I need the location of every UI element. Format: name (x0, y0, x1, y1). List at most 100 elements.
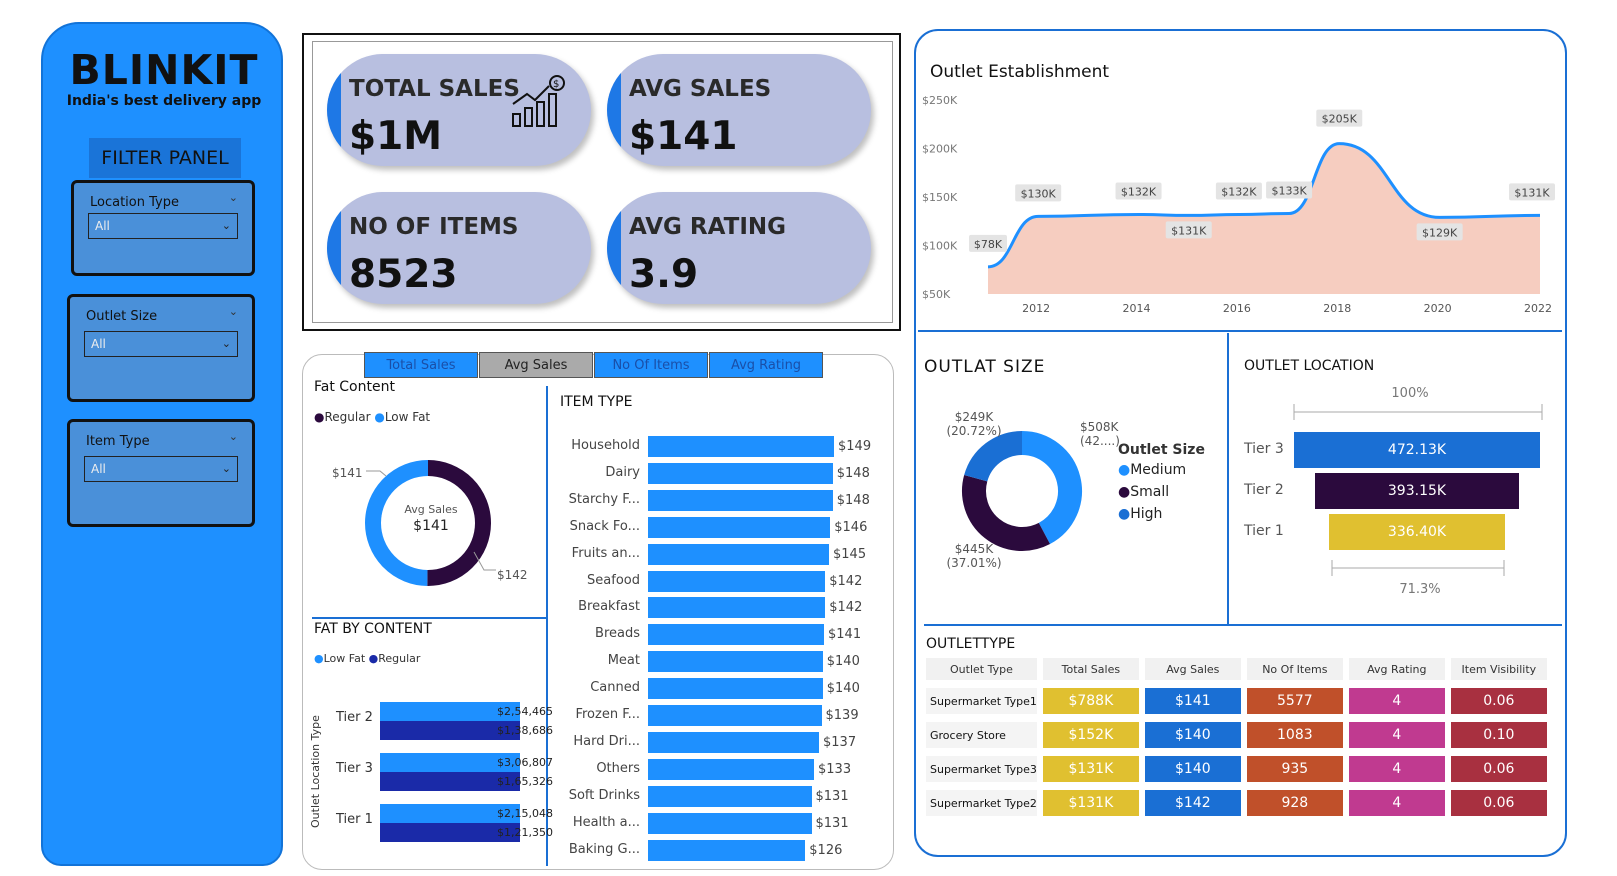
chevron-down-icon: ⌄ (221, 337, 231, 350)
legend-label: Small (1130, 484, 1170, 500)
fat-by-content-title: FAT BY CONTENT (314, 621, 432, 637)
item-type-value: $140 (826, 654, 860, 670)
tab-no-of-items[interactable]: No Of Items (594, 352, 708, 378)
funnel-bar-tier-1: 336.40K (1329, 514, 1505, 550)
y-tick-label: $150K (922, 191, 958, 204)
item-type-select[interactable]: All ⌄ (84, 456, 238, 482)
table-cell: 0.06 (1450, 790, 1547, 816)
tab-avg-rating[interactable]: Avg Rating (709, 352, 823, 378)
item-type-bar (648, 731, 820, 753)
item-type-value: $142 (829, 600, 863, 616)
item-type-label: Seafood (587, 572, 640, 588)
filter-panel-title: FILTER PANEL (89, 138, 241, 178)
table-cell: $140 (1144, 722, 1241, 748)
table-cell: $152K (1042, 722, 1139, 748)
kpi-label: AVG RATING (629, 214, 787, 240)
table-cell: $141 (1144, 688, 1241, 714)
item-type-value: $141 (828, 627, 862, 643)
y-tick-label: $200K (922, 143, 958, 156)
column-header[interactable]: Outlet Type (926, 658, 1037, 680)
item-type-filter[interactable]: Item Type ⌄ All ⌄ (67, 419, 255, 527)
legend-dot-icon: ● (1118, 462, 1131, 478)
item-type-bar (648, 462, 833, 484)
tier-label: Tier 1 (1244, 523, 1284, 539)
column-header[interactable]: No Of Items (1246, 658, 1343, 680)
table-cell: 0.06 (1450, 756, 1547, 782)
tab-total-sales[interactable]: Total Sales (364, 352, 478, 378)
x-tick-label: 2014 (1123, 302, 1151, 315)
location-type-filter[interactable]: Location Type ⌄ All ⌄ (71, 180, 255, 276)
table-cell: 0.06 (1450, 688, 1547, 714)
y-tick-label: $250K (922, 94, 958, 107)
kpi-label: NO OF ITEMS (349, 214, 519, 240)
item-type-bar (648, 678, 823, 700)
outlet-type-table: Outlet Type Total Sales Avg Sales No Of Ite… (920, 650, 1553, 824)
select-value: All (91, 337, 106, 351)
filter-label: Outlet Size (86, 309, 158, 324)
outlet-size-select[interactable]: All ⌄ (84, 331, 238, 357)
funnel-bottom-percent: 71.3% (1399, 582, 1441, 597)
fat-by-content-legend: ●Low Fat ●Regular (314, 652, 420, 665)
outlet-establishment-chart: $50K $100K $150K $200K $250K 2012 2014 2016 2018… (922, 94, 1555, 315)
table-cell: 1083 (1246, 722, 1343, 748)
item-type-title: ITEM TYPE (560, 394, 633, 410)
kpi-label: TOTAL SALES (349, 76, 520, 102)
item-type-bar (648, 436, 834, 457)
table-cell: $131K (1042, 790, 1139, 816)
y-tick-label: $100K (922, 240, 958, 253)
funnel-top-percent: 100% (1391, 386, 1429, 401)
kpi-avg-sales: AVG SALES $141 (607, 54, 871, 166)
fat-content-legend: ●Regular ●Low Fat (314, 410, 430, 424)
item-type-label: Baking G... (568, 841, 640, 857)
outlet-size-title: OUTLAT SIZE (924, 357, 1046, 377)
slice-label-high: $249K (20.72%) (946, 410, 1002, 438)
x-tick-label: 2012 (1022, 302, 1050, 315)
column-header[interactable]: Avg Sales (1144, 658, 1241, 680)
table-cell: 935 (1246, 756, 1343, 782)
tab-avg-sales[interactable]: Avg Sales (479, 352, 593, 378)
kpi-label: AVG SALES (629, 76, 772, 102)
outlet-location-title: OUTLET LOCATION (1244, 358, 1375, 374)
outlet-size-filter[interactable]: Outlet Size ⌄ All ⌄ (67, 294, 255, 402)
panel-divider (312, 617, 546, 619)
chevron-down-icon[interactable]: ⌄ (229, 430, 238, 443)
table-cell: $140 (1144, 756, 1241, 782)
legend-label: Low Fat (384, 410, 431, 424)
column-header[interactable]: Item Visibility (1450, 658, 1547, 680)
panel-divider (924, 624, 1562, 626)
location-type-select[interactable]: All ⌄ (88, 213, 238, 239)
tier-label: Tier 2 (1244, 482, 1284, 498)
kpi-panel: TOTAL SALES $1M $ AVG SALES $141 NO OF I… (302, 33, 901, 331)
funnel-bar-tier-3: 472.13K (1294, 432, 1540, 468)
kpi-avg-rating: AVG RATING 3.9 (607, 192, 871, 304)
chevron-down-icon[interactable]: ⌄ (229, 305, 238, 318)
sales-growth-icon: $ (512, 75, 565, 127)
table-cell: 4 (1348, 688, 1445, 714)
outlet-size-legend: Outlet Size ●Medium ●Small ●High (1118, 442, 1205, 522)
tier-label: Tier 1 (336, 812, 373, 827)
item-type-value: $131 (815, 815, 849, 831)
chevron-down-icon: ⌄ (221, 219, 231, 232)
x-tick-label: 2020 (1424, 302, 1452, 315)
legend-dot-icon: ● (374, 410, 385, 424)
outlet-establishment-title: Outlet Establishment (930, 62, 1110, 82)
point-label: $78K (974, 238, 1003, 251)
chevron-down-icon[interactable]: ⌄ (229, 191, 238, 204)
item-type-value: $148 (836, 492, 870, 508)
item-type-label: Others (596, 760, 640, 776)
legend-label: Regular (378, 652, 421, 665)
table-cell: 4 (1348, 722, 1445, 748)
slice-label-low-fat: $141 (332, 466, 363, 480)
legend-title: Outlet Size (1118, 442, 1205, 458)
column-header[interactable]: Total Sales (1042, 658, 1139, 680)
table-cell: $788K (1042, 688, 1139, 714)
column-header[interactable]: Avg Rating (1348, 658, 1445, 680)
outlet-type-name: Grocery Store (926, 722, 1037, 748)
svg-text:$: $ (553, 79, 559, 90)
item-type-label: Breads (595, 626, 640, 642)
item-type-bar (648, 812, 812, 834)
y-axis-label: Outlet Location Type (309, 715, 322, 828)
table-cell: 0.10 (1450, 722, 1547, 748)
table-row: Grocery Store $152K $140 1083 4 0.10 (926, 722, 1547, 748)
kpi-value: 8523 (349, 252, 458, 297)
